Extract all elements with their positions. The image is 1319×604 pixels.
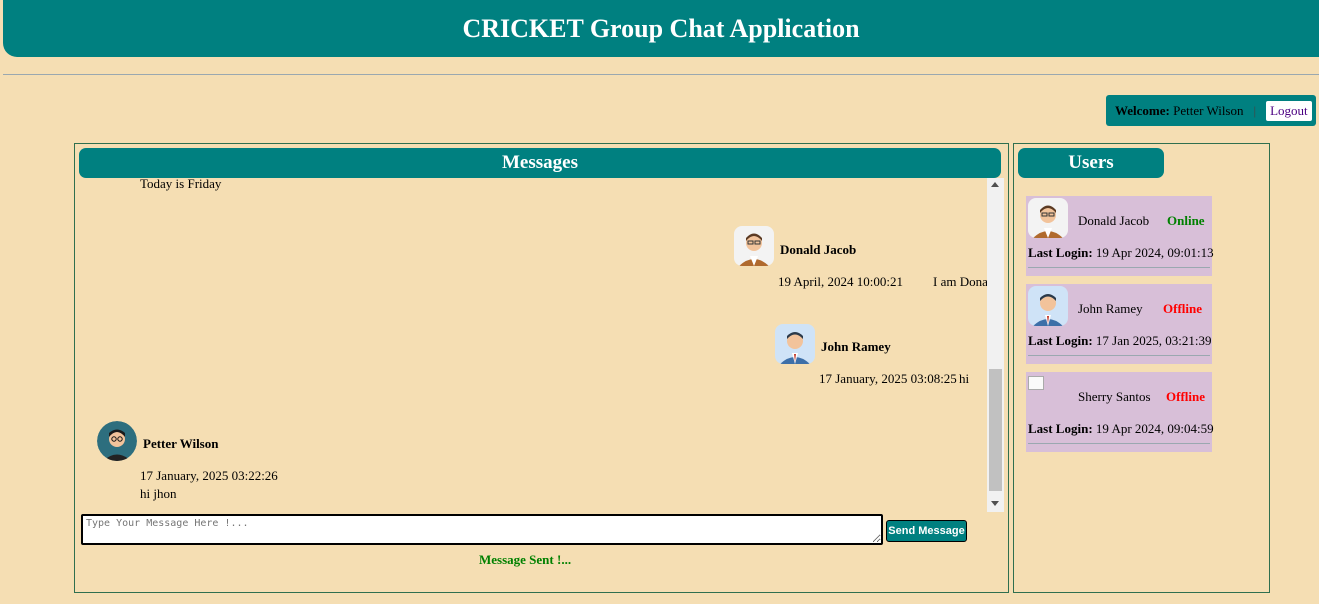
- welcome-label: Welcome:: [1115, 102, 1170, 118]
- last-login-label: Last Login:: [1028, 333, 1093, 348]
- user-avatar-icon: [775, 324, 815, 364]
- send-message-button[interactable]: Send Message: [886, 520, 967, 542]
- message-sender: Petter Wilson: [143, 436, 219, 451]
- welcome-separator: |: [1253, 102, 1257, 118]
- avatar: [1028, 198, 1068, 238]
- card-divider: [1028, 443, 1210, 444]
- user-avatar-icon: [1028, 198, 1068, 238]
- message-sender: Donald Jacob: [780, 242, 857, 257]
- messages-panel-title: Messages: [79, 148, 1001, 178]
- message-text: hi: [959, 371, 970, 386]
- scrollbar-thumb[interactable]: [989, 369, 1002, 491]
- users-panel-title: Users: [1018, 148, 1164, 178]
- message-text: hi jhon: [140, 486, 177, 501]
- user-status: Online: [1167, 213, 1205, 228]
- users-title-text: Users: [1068, 152, 1114, 173]
- message-scrollbar[interactable]: [987, 178, 1004, 512]
- last-login-label: Last Login:: [1028, 245, 1093, 260]
- user-name: Sherry Santos: [1078, 389, 1151, 404]
- welcome-bar: Welcome: Petter Wilson | Logout: [1106, 95, 1316, 126]
- user-status: Offline: [1163, 301, 1202, 316]
- user-name: Donald Jacob: [1078, 213, 1150, 228]
- message-text: Today is Friday: [140, 176, 222, 191]
- avatar: [97, 421, 137, 461]
- user-card: John Ramey Offline Last Login: 17 Jan 20…: [1026, 284, 1212, 364]
- avatar: [775, 324, 815, 364]
- message-input[interactable]: [81, 514, 883, 545]
- header-divider: [3, 74, 1319, 75]
- user-avatar-icon: [1028, 286, 1068, 326]
- welcome-user: Petter Wilson: [1173, 102, 1244, 118]
- user-card: Sherry Santos Offline Last Login: 19 Apr…: [1026, 372, 1214, 452]
- scroll-up-icon[interactable]: [991, 182, 999, 187]
- avatar: [1028, 286, 1068, 326]
- user-card: Donald Jacob Online Last Login: 19 Apr 2…: [1026, 196, 1214, 276]
- message-timestamp: 19 April, 2024 10:00:21: [778, 274, 903, 289]
- user-status: Offline: [1166, 389, 1205, 404]
- scroll-down-icon[interactable]: [991, 501, 999, 506]
- app-header: CRICKET Group Chat Application: [3, 0, 1319, 57]
- last-login-label: Last Login:: [1028, 421, 1093, 436]
- last-login-value: 19 Apr 2024, 09:04:59: [1095, 421, 1214, 436]
- message-timestamp: 17 January, 2025 03:08:25: [819, 371, 957, 386]
- messages-title-text: Messages: [502, 152, 578, 173]
- card-divider: [1028, 267, 1210, 268]
- broken-image-icon: [1028, 376, 1044, 390]
- last-login-value: 19 Apr 2024, 09:01:13: [1095, 245, 1214, 260]
- message-timestamp: 17 January, 2025 03:22:26: [140, 468, 278, 483]
- logout-link[interactable]: Logout: [1266, 100, 1312, 121]
- user-name: John Ramey: [1078, 301, 1143, 316]
- user-avatar-icon: [97, 421, 137, 461]
- avatar: [734, 226, 774, 266]
- status-message: Message Sent !...: [479, 552, 572, 567]
- app-title: CRICKET Group Chat Application: [462, 13, 860, 43]
- message-sender: John Ramey: [821, 339, 891, 354]
- last-login-value: 17 Jan 2025, 03:21:39: [1095, 333, 1212, 348]
- card-divider: [1028, 355, 1210, 356]
- user-avatar-icon: [734, 226, 774, 266]
